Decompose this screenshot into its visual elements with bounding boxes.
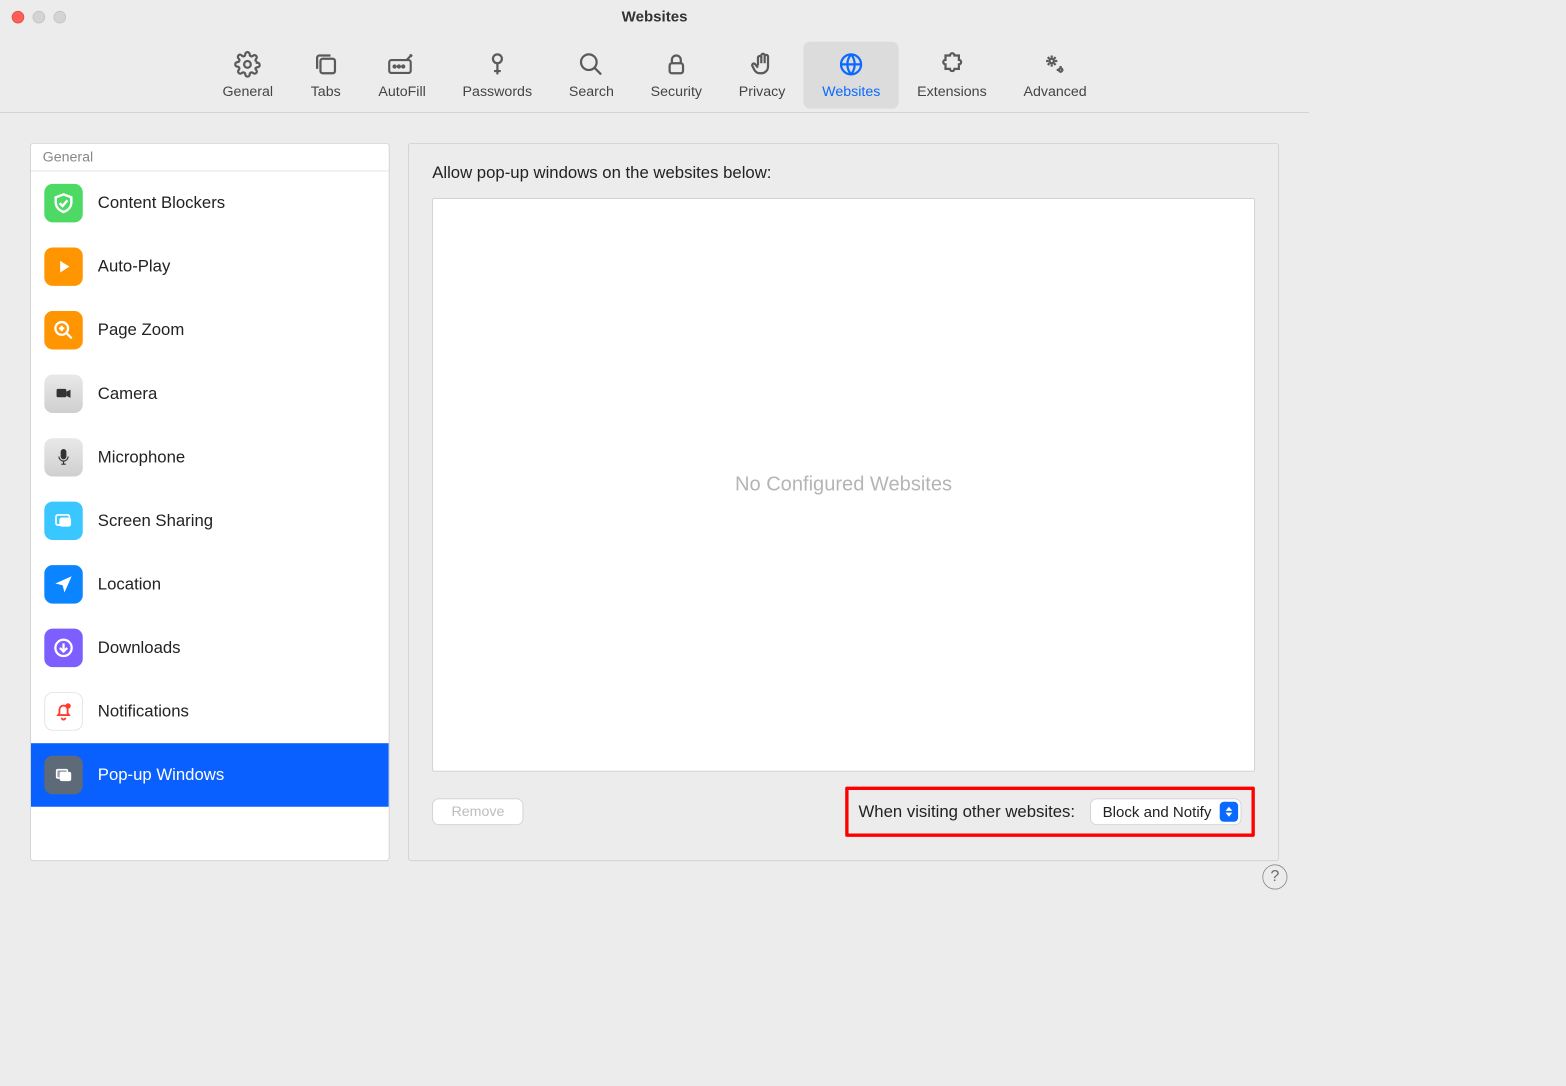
- panel-footer: Remove When visiting other websites: Blo…: [432, 787, 1255, 837]
- sidebar-item-label: Notifications: [98, 702, 189, 721]
- lock-icon: [660, 48, 692, 80]
- tab-extensions[interactable]: Extensions: [899, 42, 1005, 109]
- gears-icon: [1039, 48, 1071, 80]
- tab-websites[interactable]: Websites: [804, 42, 899, 109]
- sidebar-item-label: Location: [98, 575, 161, 594]
- tab-label: Tabs: [311, 84, 341, 101]
- sidebar-item-content-blockers[interactable]: Content Blockers: [31, 171, 389, 235]
- tab-label: Search: [569, 84, 614, 101]
- screen-sharing-icon: [44, 502, 82, 540]
- main-panel: Allow pop-up windows on the websites bel…: [408, 143, 1279, 861]
- tabs-icon: [310, 48, 342, 80]
- tab-label: General: [222, 84, 273, 101]
- sidebar-item-label: Page Zoom: [98, 321, 184, 340]
- popup-windows-icon: [44, 756, 82, 794]
- shield-check-icon: [44, 184, 82, 222]
- tab-tabs[interactable]: Tabs: [291, 42, 360, 109]
- hand-icon: [746, 48, 778, 80]
- sidebar-item-label: Auto-Play: [98, 257, 170, 276]
- select-value: Block and Notify: [1103, 803, 1212, 821]
- tab-search[interactable]: Search: [550, 42, 632, 109]
- titlebar: Websites: [0, 0, 1309, 33]
- highlight-annotation: When visiting other websites: Block and …: [845, 787, 1255, 837]
- key-icon: [481, 48, 513, 80]
- sidebar-item-microphone[interactable]: Microphone: [31, 426, 389, 490]
- sidebar-item-label: Content Blockers: [98, 194, 225, 213]
- tab-label: Advanced: [1023, 84, 1086, 101]
- sidebar-header: General: [31, 144, 389, 172]
- tab-passwords[interactable]: Passwords: [444, 42, 550, 109]
- search-icon: [575, 48, 607, 80]
- other-websites-label: When visiting other websites:: [859, 802, 1076, 821]
- remove-button[interactable]: Remove: [432, 798, 523, 825]
- sidebar-item-label: Screen Sharing: [98, 511, 213, 530]
- sidebar-item-page-zoom[interactable]: Page Zoom: [31, 298, 389, 362]
- download-icon: [44, 629, 82, 667]
- sidebar-item-label: Camera: [98, 384, 157, 403]
- sidebar-item-location[interactable]: Location: [31, 553, 389, 617]
- bell-icon: [44, 692, 82, 730]
- play-icon: [44, 247, 82, 285]
- sidebar-item-label: Microphone: [98, 448, 185, 467]
- sidebar-item-notifications[interactable]: Notifications: [31, 680, 389, 744]
- zoom-plus-icon: [44, 311, 82, 349]
- sidebar-item-label: Pop-up Windows: [98, 765, 224, 784]
- sidebar-item-popup-windows[interactable]: Pop-up Windows: [31, 743, 389, 807]
- sidebar-item-camera[interactable]: Camera: [31, 362, 389, 426]
- tab-privacy[interactable]: Privacy: [720, 42, 803, 109]
- gear-icon: [232, 48, 264, 80]
- preferences-toolbar: General Tabs AutoFill Passwords Search: [0, 33, 1309, 112]
- empty-state-text: No Configured Websites: [735, 473, 952, 496]
- tab-label: Websites: [822, 84, 880, 101]
- chevron-up-down-icon: [1220, 802, 1238, 822]
- main-heading: Allow pop-up windows on the websites bel…: [432, 164, 1255, 183]
- globe-icon: [835, 48, 867, 80]
- autofill-icon: [386, 48, 418, 80]
- camera-icon: [44, 375, 82, 413]
- tab-label: AutoFill: [378, 84, 425, 101]
- tab-advanced[interactable]: Advanced: [1005, 42, 1105, 109]
- other-websites-select[interactable]: Block and Notify: [1090, 798, 1241, 825]
- tab-label: Extensions: [917, 84, 987, 101]
- microphone-icon: [44, 438, 82, 476]
- sidebar-item-label: Downloads: [98, 638, 181, 657]
- tab-general[interactable]: General: [204, 42, 291, 109]
- tab-security[interactable]: Security: [632, 42, 720, 109]
- tab-label: Privacy: [739, 84, 786, 101]
- websites-listbox[interactable]: No Configured Websites: [432, 198, 1255, 771]
- sidebar-item-screen-sharing[interactable]: Screen Sharing: [31, 489, 389, 553]
- puzzle-icon: [936, 48, 968, 80]
- question-mark-icon: ?: [1270, 868, 1279, 886]
- tab-label: Passwords: [463, 84, 533, 101]
- preferences-window: Websites General Tabs AutoFill Passwords: [0, 0, 1309, 908]
- window-title: Websites: [0, 8, 1309, 26]
- content-area: General Content Blockers Auto-Play Page …: [0, 113, 1309, 891]
- sidebar-item-auto-play[interactable]: Auto-Play: [31, 235, 389, 299]
- website-categories-sidebar: General Content Blockers Auto-Play Page …: [30, 143, 389, 861]
- tab-autofill[interactable]: AutoFill: [360, 42, 444, 109]
- help-button[interactable]: ?: [1262, 864, 1287, 889]
- location-arrow-icon: [44, 565, 82, 603]
- tab-label: Security: [651, 84, 702, 101]
- sidebar-item-downloads[interactable]: Downloads: [31, 616, 389, 680]
